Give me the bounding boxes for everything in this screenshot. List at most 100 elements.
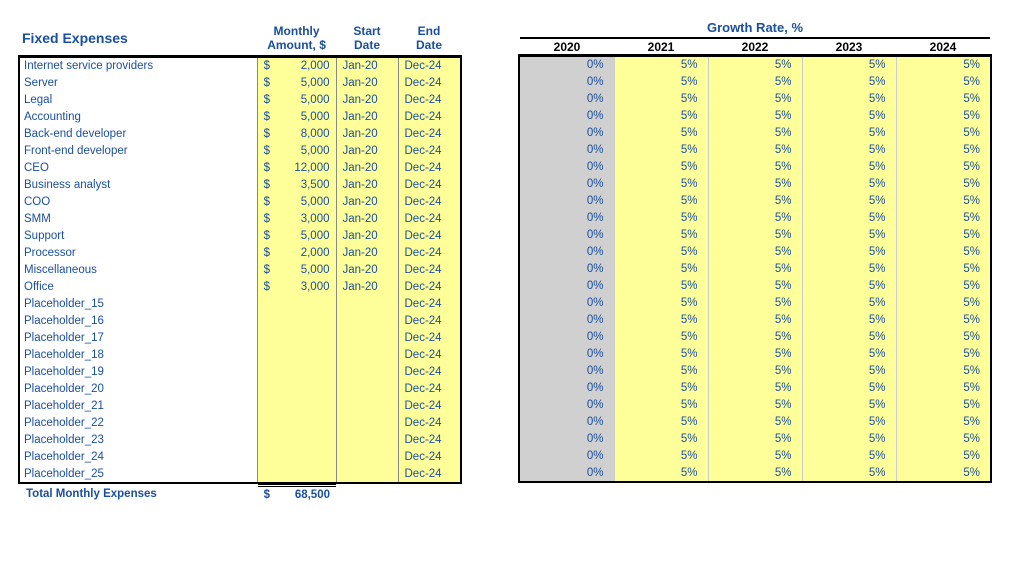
growth-rate-cell[interactable]: 5% xyxy=(896,345,990,362)
amount-cell[interactable] xyxy=(276,380,336,397)
growth-rate-cell[interactable]: 5% xyxy=(614,260,708,277)
start-date-cell[interactable] xyxy=(336,363,398,380)
end-date-cell[interactable]: Dec-24 xyxy=(398,210,460,227)
currency-symbol-cell[interactable]: $ xyxy=(257,244,276,261)
growth-rate-cell[interactable]: 5% xyxy=(614,107,708,124)
growth-rate-cell[interactable]: 5% xyxy=(614,396,708,413)
end-date-cell[interactable]: Dec-24 xyxy=(398,312,460,329)
currency-symbol-cell[interactable] xyxy=(257,448,276,465)
growth-rate-cell[interactable]: 0% xyxy=(520,175,614,192)
growth-rate-cell[interactable]: 5% xyxy=(708,243,802,260)
growth-rate-cell[interactable]: 5% xyxy=(802,158,896,175)
expense-name-cell[interactable]: Placeholder_21 xyxy=(20,397,257,414)
expense-name-cell[interactable]: Placeholder_18 xyxy=(20,346,257,363)
growth-rate-cell[interactable]: 5% xyxy=(896,73,990,90)
currency-symbol-cell[interactable] xyxy=(257,380,276,397)
growth-rate-cell[interactable]: 5% xyxy=(802,396,896,413)
end-date-cell[interactable]: Dec-24 xyxy=(398,261,460,278)
growth-rate-cell[interactable]: 5% xyxy=(896,311,990,328)
growth-rate-cell[interactable]: 0% xyxy=(520,141,614,158)
growth-rate-cell[interactable]: 5% xyxy=(896,464,990,481)
growth-rate-cell[interactable]: 0% xyxy=(520,396,614,413)
start-date-cell[interactable] xyxy=(336,414,398,431)
growth-rate-cell[interactable]: 5% xyxy=(802,277,896,294)
start-date-cell[interactable]: Jan-20 xyxy=(336,193,398,210)
growth-rate-cell[interactable]: 5% xyxy=(708,192,802,209)
amount-cell[interactable] xyxy=(276,346,336,363)
expense-name-cell[interactable]: Placeholder_23 xyxy=(20,431,257,448)
end-date-cell[interactable]: Dec-24 xyxy=(398,176,460,193)
growth-rate-cell[interactable]: 0% xyxy=(520,294,614,311)
growth-rate-cell[interactable]: 5% xyxy=(614,175,708,192)
growth-rate-cell[interactable]: 5% xyxy=(802,379,896,396)
growth-rate-cell[interactable]: 5% xyxy=(896,379,990,396)
growth-rate-cell[interactable]: 5% xyxy=(708,447,802,464)
growth-rate-cell[interactable]: 0% xyxy=(520,464,614,481)
growth-rate-cell[interactable]: 5% xyxy=(614,277,708,294)
growth-rate-cell[interactable]: 5% xyxy=(614,379,708,396)
growth-rate-cell[interactable]: 5% xyxy=(896,430,990,447)
expense-name-cell[interactable]: Placeholder_24 xyxy=(20,448,257,465)
growth-rate-cell[interactable]: 5% xyxy=(708,311,802,328)
end-date-cell[interactable]: Dec-24 xyxy=(398,448,460,465)
growth-rate-cell[interactable]: 5% xyxy=(802,243,896,260)
end-date-cell[interactable]: Dec-24 xyxy=(398,74,460,91)
start-date-cell[interactable] xyxy=(336,465,398,482)
growth-rate-cell[interactable]: 5% xyxy=(896,192,990,209)
growth-rate-cell[interactable]: 5% xyxy=(896,107,990,124)
growth-rate-cell[interactable]: 5% xyxy=(896,277,990,294)
growth-rate-cell[interactable]: 0% xyxy=(520,430,614,447)
growth-rate-cell[interactable]: 0% xyxy=(520,328,614,345)
growth-rate-cell[interactable]: 5% xyxy=(708,260,802,277)
end-date-cell[interactable]: Dec-24 xyxy=(398,278,460,295)
growth-rate-cell[interactable]: 5% xyxy=(802,192,896,209)
end-date-cell[interactable]: Dec-24 xyxy=(398,346,460,363)
growth-rate-cell[interactable]: 5% xyxy=(614,192,708,209)
growth-rate-cell[interactable]: 5% xyxy=(614,447,708,464)
growth-rate-cell[interactable]: 5% xyxy=(896,158,990,175)
growth-rate-cell[interactable]: 0% xyxy=(520,209,614,226)
growth-rate-cell[interactable]: 5% xyxy=(896,396,990,413)
end-date-cell[interactable]: Dec-24 xyxy=(398,329,460,346)
growth-rate-cell[interactable]: 5% xyxy=(614,328,708,345)
growth-rate-cell[interactable]: 5% xyxy=(896,141,990,158)
amount-cell[interactable] xyxy=(276,397,336,414)
growth-rate-cell[interactable]: 5% xyxy=(614,294,708,311)
growth-rate-cell[interactable]: 5% xyxy=(896,260,990,277)
expense-name-cell[interactable]: Placeholder_17 xyxy=(20,329,257,346)
expense-name-cell[interactable]: Front-end developer xyxy=(20,142,257,159)
growth-rate-cell[interactable]: 5% xyxy=(896,362,990,379)
amount-cell[interactable]: 5,000 xyxy=(276,91,336,108)
currency-symbol-cell[interactable]: $ xyxy=(257,57,276,74)
growth-rate-cell[interactable]: 0% xyxy=(520,311,614,328)
currency-symbol-cell[interactable]: $ xyxy=(257,74,276,91)
growth-rate-cell[interactable]: 5% xyxy=(708,158,802,175)
growth-rate-cell[interactable]: 5% xyxy=(708,141,802,158)
currency-symbol-cell[interactable] xyxy=(257,295,276,312)
currency-symbol-cell[interactable]: $ xyxy=(257,142,276,159)
growth-rate-cell[interactable]: 5% xyxy=(614,73,708,90)
growth-rate-cell[interactable]: 5% xyxy=(896,90,990,107)
expense-name-cell[interactable]: Processor xyxy=(20,244,257,261)
growth-rate-cell[interactable]: 5% xyxy=(802,413,896,430)
growth-rate-cell[interactable]: 5% xyxy=(614,158,708,175)
growth-rate-cell[interactable]: 5% xyxy=(802,464,896,481)
growth-rate-cell[interactable]: 5% xyxy=(614,141,708,158)
growth-rate-cell[interactable]: 5% xyxy=(802,311,896,328)
amount-cell[interactable]: 12,000 xyxy=(276,159,336,176)
growth-rate-cell[interactable]: 5% xyxy=(802,226,896,243)
growth-rate-cell[interactable]: 5% xyxy=(708,56,802,73)
growth-rate-cell[interactable]: 5% xyxy=(708,430,802,447)
amount-cell[interactable]: 3,000 xyxy=(276,278,336,295)
expense-name-cell[interactable]: SMM xyxy=(20,210,257,227)
end-date-cell[interactable]: Dec-24 xyxy=(398,57,460,74)
expense-name-cell[interactable]: Placeholder_15 xyxy=(20,295,257,312)
expense-name-cell[interactable]: CEO xyxy=(20,159,257,176)
growth-rate-cell[interactable]: 5% xyxy=(896,294,990,311)
growth-rate-cell[interactable]: 5% xyxy=(614,209,708,226)
start-date-cell[interactable] xyxy=(336,329,398,346)
growth-rate-cell[interactable]: 5% xyxy=(708,90,802,107)
amount-cell[interactable]: 5,000 xyxy=(276,227,336,244)
start-date-cell[interactable]: Jan-20 xyxy=(336,108,398,125)
growth-rate-cell[interactable]: 5% xyxy=(614,430,708,447)
